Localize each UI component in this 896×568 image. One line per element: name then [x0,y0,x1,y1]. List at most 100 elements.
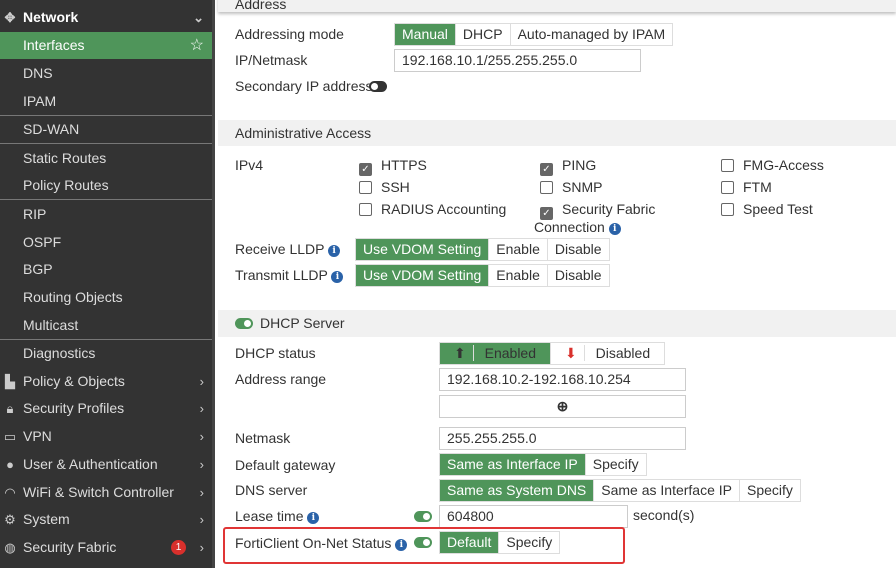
info-icon[interactable]: i [395,539,408,551]
checkbox-fmg-access[interactable]: FMG-Access [721,157,824,173]
section-header-address: Address [218,0,896,12]
checkbox-radius-accounting[interactable]: RADIUS Accounting [359,201,506,217]
secondary-ip-label: Secondary IP address [235,78,373,94]
receive-lldp-label: Receive LLDP i [235,241,341,257]
sidebar-item-diagnostics[interactable]: Diagnostics [0,340,212,367]
option-specify[interactable]: Specify [499,532,559,553]
status-disabled[interactable]: ⬇ Disabled [551,343,664,364]
sidebar: ✥ Network ⌄ Interfaces ☆ DNS IPAM SD-WAN St… [0,0,215,568]
wifi-icon: ◠ [4,485,16,500]
option-same-as-interface[interactable]: Same as Interface IP [440,454,586,475]
sidebar-item-vpn[interactable]: ▭ VPN › [0,423,212,450]
policy-icon: ▙ [5,374,15,389]
secondary-ip-toggle[interactable] [369,81,387,92]
option-use-vdom[interactable]: Use VDOM Setting [356,265,490,286]
mode-ipam[interactable]: Auto-managed by IPAM [511,24,673,45]
sidebar-item-policy-objects[interactable]: ▙ Policy & Objects › [0,368,212,395]
gear-icon: ⚙ [4,512,16,527]
arrow-down-circle-icon: ⬇ [558,345,585,361]
checkbox-ftm[interactable]: FTM [721,179,772,195]
sidebar-item-routing-objects[interactable]: Routing Objects [0,284,212,311]
plus-circle-icon: ⊕ [556,398,569,414]
mode-manual[interactable]: Manual [395,24,456,45]
info-icon[interactable]: i [328,245,341,257]
transmit-lldp-label: Transmit LLDP i [235,267,344,283]
sidebar-item-policy-routes[interactable]: Policy Routes [0,172,212,199]
option-same-as-interface[interactable]: Same as Interface IP [594,480,740,501]
fabric-icon: ◍ [4,540,16,555]
transmit-lldp-toggle[interactable]: Use VDOM Setting Enable Disable [355,264,610,287]
checkbox-security-fabric[interactable]: ✓ Security Fabric [540,201,655,220]
lease-unit-label: second(s) [633,507,695,523]
address-range-label: Address range [235,371,327,387]
chevron-right-icon: › [199,429,204,444]
default-gateway-toggle[interactable]: Same as Interface IP Specify [439,453,647,476]
star-icon[interactable]: ☆ [190,32,204,59]
section-header-dhcp: DHCP Server [218,310,896,337]
dhcp-server-toggle[interactable] [235,318,253,329]
add-range-button[interactable]: ⊕ [439,395,686,418]
sidebar-item-security-fabric[interactable]: ◍ Security Fabric 1 › [0,534,212,561]
default-gateway-label: Default gateway [235,457,336,473]
checkbox-https[interactable]: ✓ HTTPS [359,157,427,176]
sidebar-item-bgp[interactable]: BGP [0,256,212,283]
sidebar-item-network[interactable]: ✥ Network ⌄ [0,4,212,31]
netmask-input[interactable]: 255.255.255.0 [439,427,686,450]
option-disable[interactable]: Disable [548,239,609,260]
user-icon: ● [6,457,14,472]
dns-server-toggle[interactable]: Same as System DNS Same as Interface IP … [439,479,801,502]
checkbox-ssh[interactable]: SSH [359,179,410,195]
sidebar-item-ipam[interactable]: IPAM [0,88,212,115]
chevron-right-icon: › [199,540,204,555]
option-specify[interactable]: Specify [740,480,800,501]
addressing-mode-toggle[interactable]: Manual DHCP Auto-managed by IPAM [394,23,674,46]
sidebar-item-multicast[interactable]: Multicast [0,312,212,339]
status-enabled[interactable]: ⬆ Enabled [440,343,552,364]
option-disable[interactable]: Disable [548,265,609,286]
sidebar-item-system[interactable]: ⚙ System › [0,506,212,533]
option-specify[interactable]: Specify [586,454,646,475]
option-enable[interactable]: Enable [489,239,548,260]
ip-netmask-label: IP/Netmask [235,52,308,68]
mode-dhcp[interactable]: DHCP [456,24,511,45]
sidebar-item-interfaces[interactable]: Interfaces ☆ [0,32,212,59]
address-range-input[interactable]: 192.168.10.2-192.168.10.254 [439,368,686,391]
chevron-right-icon: › [199,512,204,527]
forticlient-onnet-toggle[interactable] [414,537,432,548]
lease-time-label: Lease time i [235,508,320,524]
option-use-vdom[interactable]: Use VDOM Setting [356,239,490,260]
notification-badge: 1 [171,540,186,555]
checkbox-speed-test[interactable]: Speed Test [721,201,813,217]
sidebar-item-user-auth[interactable]: ● User & Authentication › [0,451,212,478]
checkbox-snmp[interactable]: SNMP [540,179,602,195]
info-icon[interactable]: i [608,223,621,235]
forticlient-onnet-options[interactable]: Default Specify [439,531,561,554]
chevron-right-icon: › [199,457,204,472]
lease-time-toggle[interactable] [414,511,432,522]
lease-time-input[interactable]: 604800 [439,505,628,528]
dhcp-status-label: DHCP status [235,345,316,361]
checkbox-ping[interactable]: ✓ PING [540,157,596,176]
section-header-admin-access: Administrative Access [218,120,896,146]
info-icon[interactable]: i [331,271,344,283]
option-same-as-system-dns[interactable]: Same as System DNS [440,480,595,501]
receive-lldp-toggle[interactable]: Use VDOM Setting Enable Disable [355,238,610,261]
dhcp-status-toggle[interactable]: ⬆ Enabled ⬇ Disabled [439,342,666,365]
sidebar-item-sd-wan[interactable]: SD-WAN [0,116,212,143]
sidebar-item-wifi-switch[interactable]: ◠ WiFi & Switch Controller › [0,479,212,506]
arrow-up-circle-icon: ⬆ [447,345,474,361]
sidebar-item-security-profiles[interactable]: 🔒︎ Security Profiles › [0,395,212,422]
option-default[interactable]: Default [440,532,500,553]
addressing-mode-label: Addressing mode [235,26,344,42]
move-arrows-icon: ✥ [4,10,16,25]
sidebar-item-rip[interactable]: RIP [0,201,212,228]
sidebar-item-ospf[interactable]: OSPF [0,229,212,256]
sidebar-item-dns[interactable]: DNS [0,60,212,87]
divider [0,199,212,200]
sidebar-item-static-routes[interactable]: Static Routes [0,145,212,172]
option-enable[interactable]: Enable [489,265,548,286]
info-icon[interactable]: i [307,512,320,524]
ip-netmask-input[interactable]: 192.168.10.1/255.255.255.0 [394,49,641,72]
divider [0,143,212,144]
chevron-right-icon: › [199,401,204,416]
